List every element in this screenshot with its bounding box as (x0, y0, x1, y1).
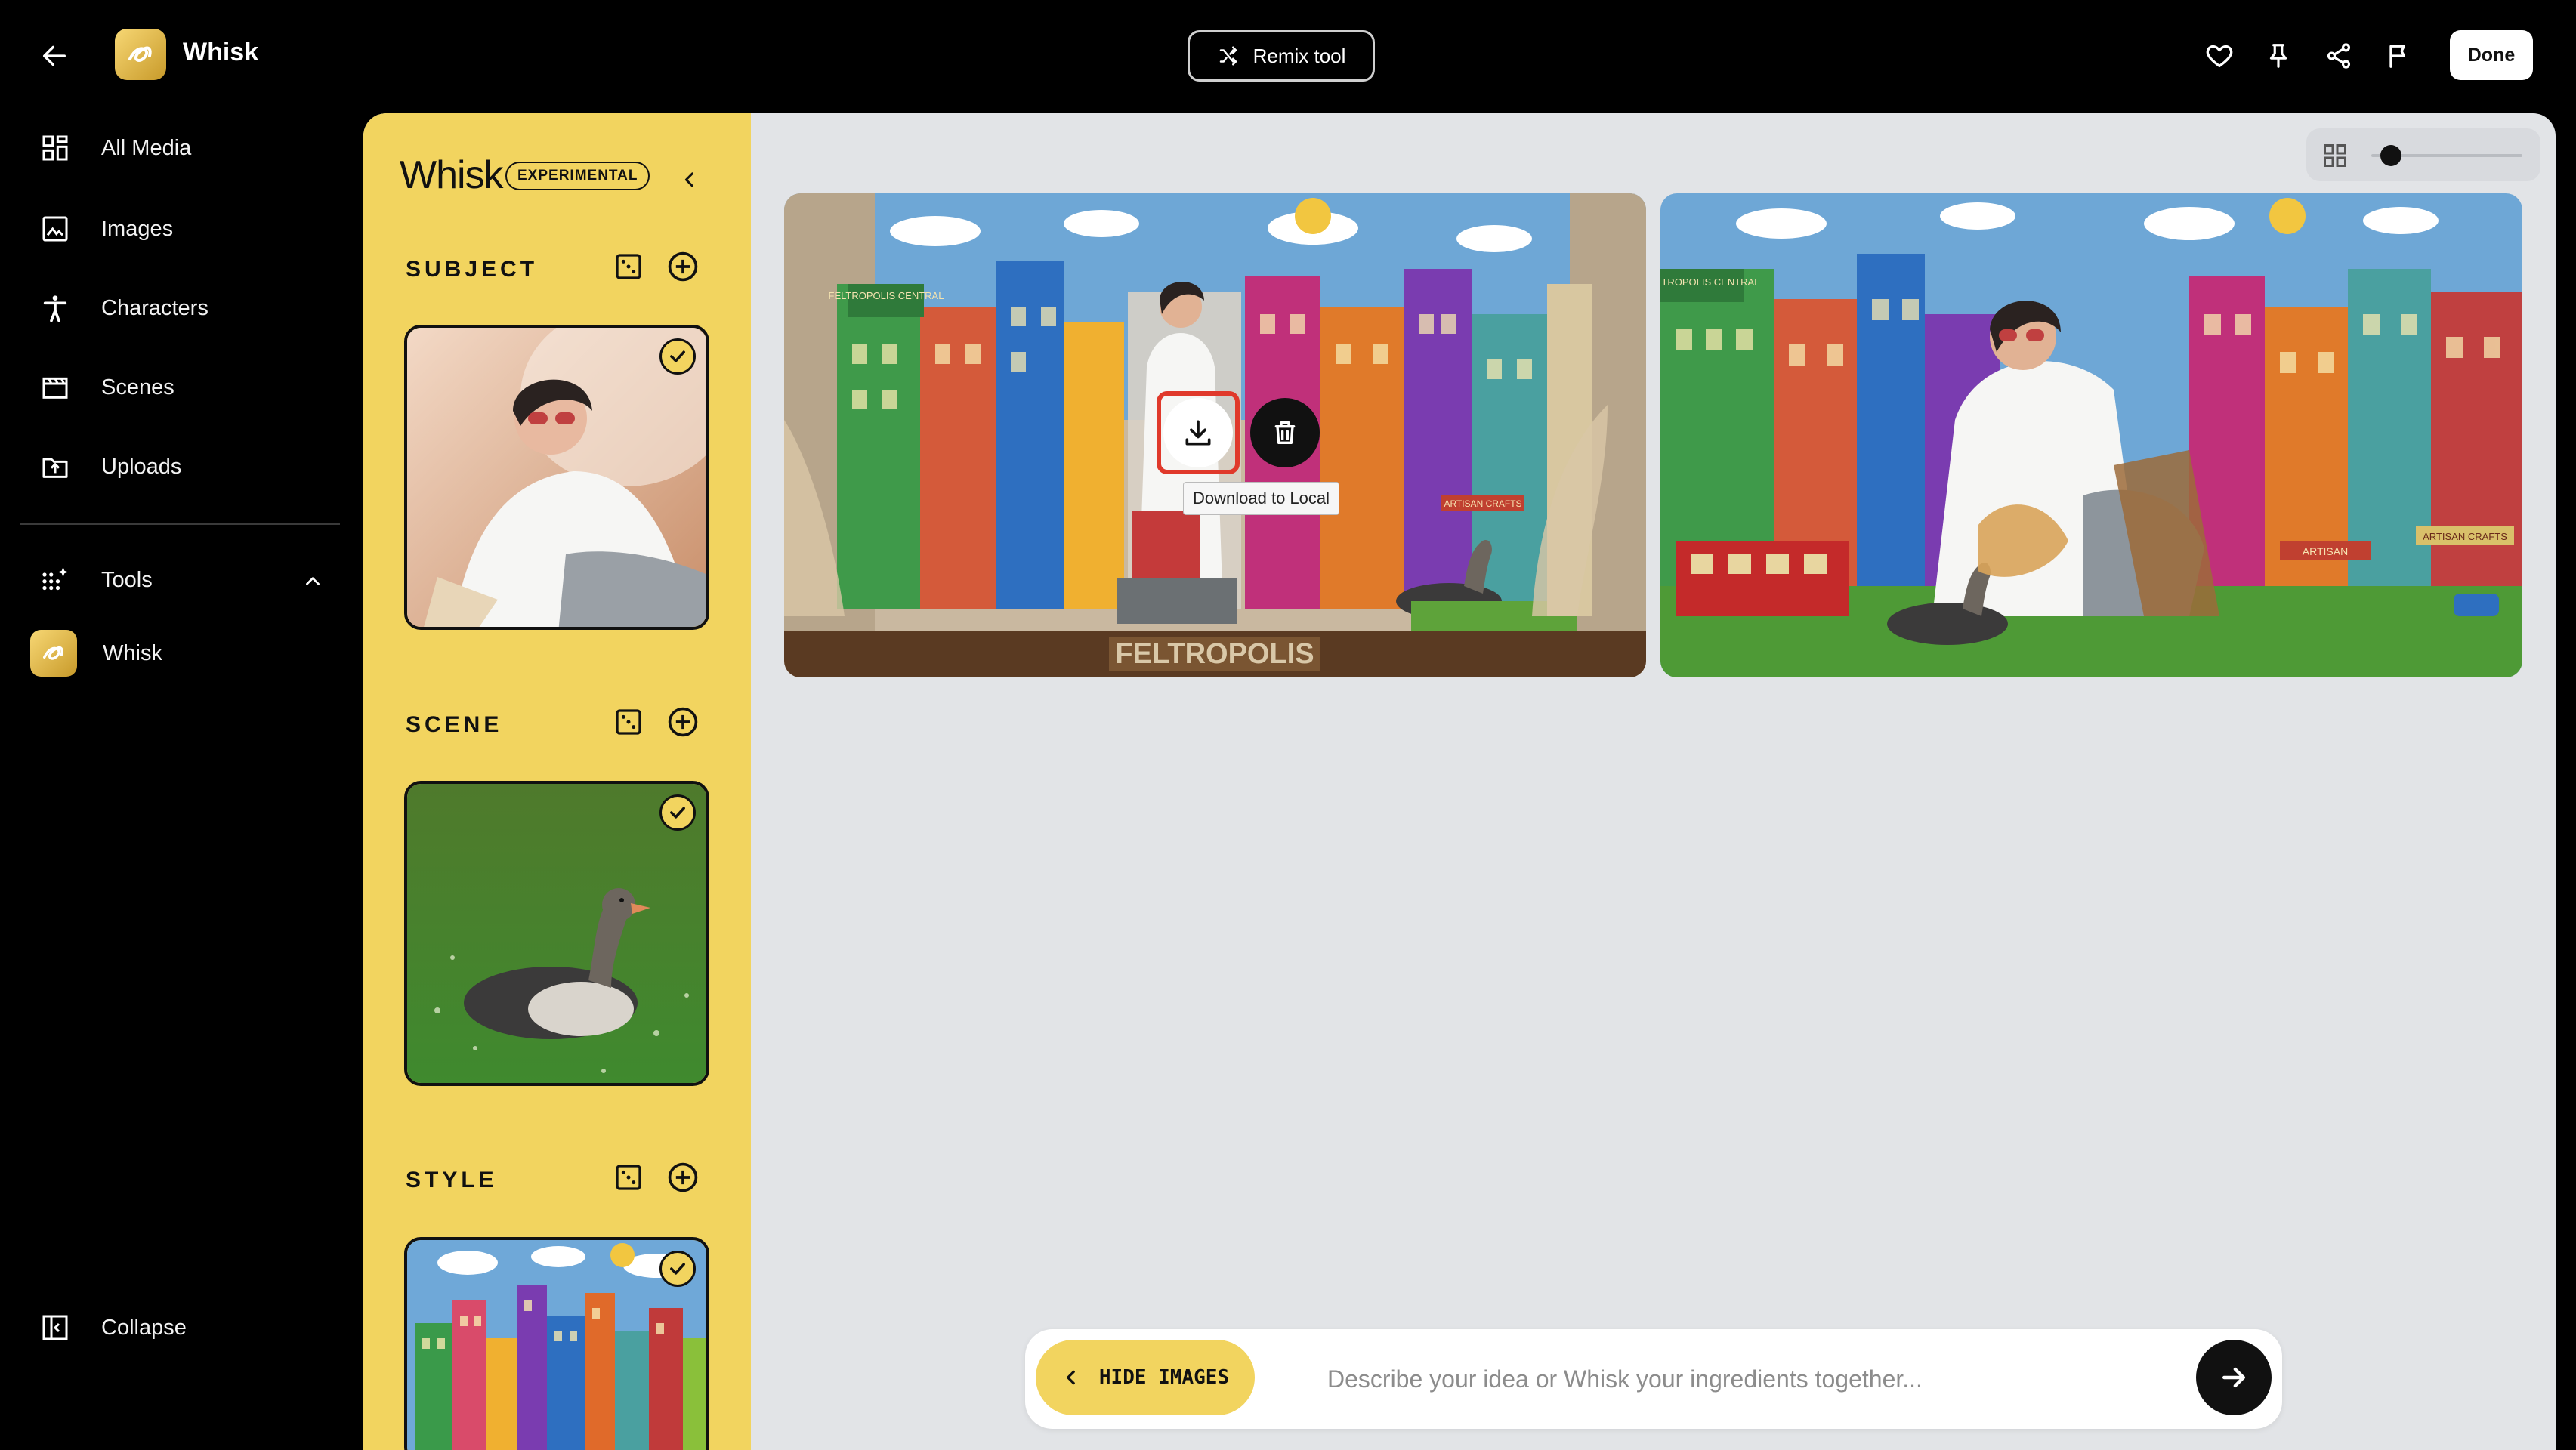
sidebar-item-label: Collapse (101, 1315, 187, 1340)
generated-image-2[interactable]: FELTROPOLIS CENTRAL ARTISAN ARTISAN CRAF… (1660, 193, 2522, 677)
app-title: Whisk (183, 38, 259, 66)
person-icon (35, 288, 76, 329)
share-icon[interactable] (2316, 33, 2361, 79)
pin-icon[interactable] (2256, 33, 2301, 79)
image-sign-text: ARTISAN (2303, 545, 2348, 557)
sidebar-divider (20, 523, 340, 525)
dice-icon[interactable] (610, 703, 647, 741)
sidebar-item-collapse[interactable]: Collapse (35, 1301, 337, 1354)
sidebar-item-scenes[interactable]: Scenes (35, 361, 337, 414)
hide-images-label: HIDE IMAGES (1098, 1366, 1230, 1389)
whisk-logo-icon (115, 29, 166, 80)
image-sign-text: FELTROPOLIS CENTRAL (829, 290, 944, 301)
scene-image-card[interactable] (404, 781, 709, 1086)
grid-size-control (2306, 128, 2540, 181)
generated-image-1[interactable]: FELTROPOLIS CENTRAL ARTISAN CRAFTS FELTR… (784, 193, 1646, 677)
sidebar-item-label: Images (101, 216, 174, 241)
download-icon (1181, 416, 1215, 449)
sidebar-item-label: Characters (101, 295, 208, 320)
subject-image-card[interactable] (404, 325, 709, 630)
heart-icon[interactable] (2197, 33, 2242, 79)
image-sign-text: ARTISAN CRAFTS (2423, 531, 2507, 542)
subject-image (407, 328, 706, 627)
panel-title: Whisk (400, 153, 504, 197)
download-button[interactable] (1163, 398, 1233, 467)
add-circle-icon[interactable] (664, 1158, 702, 1196)
remix-tool-label: Remix tool (1252, 44, 1346, 67)
zoom-slider-handle[interactable] (2380, 145, 2401, 166)
download-tooltip: Download to Local (1183, 482, 1340, 515)
sidebar-item-label: Scenes (101, 375, 175, 400)
sidebar-item-label: All Media (101, 135, 192, 160)
image-icon (35, 208, 76, 249)
dice-icon[interactable] (610, 1158, 647, 1196)
image-sign-text: FELTROPOLIS CENTRAL (1660, 276, 1759, 288)
flag-icon[interactable] (2377, 33, 2422, 79)
sparkle-grid-icon (35, 560, 76, 600)
upload-folder-icon (35, 446, 76, 487)
back-arrow-icon[interactable] (32, 33, 77, 79)
sidebar-item-images[interactable]: Images (35, 202, 337, 255)
grid-view-icon[interactable] (2320, 140, 2350, 171)
whisk-logo-icon (30, 630, 77, 677)
hide-images-button[interactable]: HIDE IMAGES (1036, 1340, 1255, 1415)
sidebar-item-tools[interactable]: Tools (35, 554, 337, 606)
sidebar-item-uploads[interactable]: Uploads (35, 440, 337, 493)
section-label-scene: SCENE (406, 712, 503, 737)
main-canvas: Whisk EXPERIMENTAL SUBJECT SCENE STYLE F… (363, 113, 2556, 1450)
selected-check-icon[interactable] (659, 794, 696, 831)
trash-icon (1270, 418, 1300, 448)
prompt-input[interactable] (1327, 1352, 2113, 1406)
selected-check-icon[interactable] (659, 338, 696, 375)
remix-tool-button[interactable]: Remix tool (1188, 30, 1375, 82)
sidebar-item-label: Uploads (101, 454, 182, 479)
sidebar-item-label: Whisk (103, 640, 162, 665)
collapse-panel-icon (35, 1307, 76, 1348)
sidebar-item-all-media[interactable]: All Media (35, 122, 337, 174)
prompt-bar: HIDE IMAGES (1025, 1329, 2282, 1429)
sidebar-item-characters[interactable]: Characters (35, 282, 337, 335)
chevron-left-icon (1061, 1368, 1081, 1387)
experimental-badge: EXPERIMENTAL (505, 162, 650, 190)
chevron-up-icon[interactable] (299, 568, 326, 595)
generated-image-art: FELTROPOLIS CENTRAL ARTISAN ARTISAN CRAF… (1660, 193, 2522, 677)
done-button[interactable]: Done (2450, 30, 2533, 80)
selected-check-icon[interactable] (659, 1251, 696, 1287)
sidebar-item-label: Tools (101, 567, 153, 592)
dice-icon[interactable] (610, 248, 647, 285)
delete-button[interactable] (1250, 398, 1320, 467)
style-image-card[interactable] (404, 1237, 709, 1450)
top-bar: Whisk Remix tool Done (0, 0, 2576, 112)
section-label-subject: SUBJECT (406, 257, 539, 282)
add-circle-icon[interactable] (664, 248, 702, 285)
sidebar: All Media Images Characters Scenes Uploa… (0, 112, 355, 1450)
sidebar-item-whisk[interactable]: Whisk (30, 627, 332, 680)
ingredients-panel: Whisk EXPERIMENTAL SUBJECT SCENE STYLE (363, 113, 751, 1450)
clapperboard-icon (35, 367, 76, 408)
image-sign-text: FELTROPOLIS (1115, 638, 1314, 670)
submit-button[interactable] (2196, 1340, 2272, 1415)
chevron-left-icon[interactable] (673, 163, 706, 196)
grid-icon (35, 128, 76, 168)
arrow-right-icon (2217, 1361, 2250, 1394)
scene-image (407, 784, 706, 1083)
section-label-style: STYLE (406, 1168, 498, 1192)
add-circle-icon[interactable] (664, 703, 702, 741)
shuffle-icon (1217, 45, 1240, 67)
image-sign-text: ARTISAN CRAFTS (1444, 498, 1521, 509)
